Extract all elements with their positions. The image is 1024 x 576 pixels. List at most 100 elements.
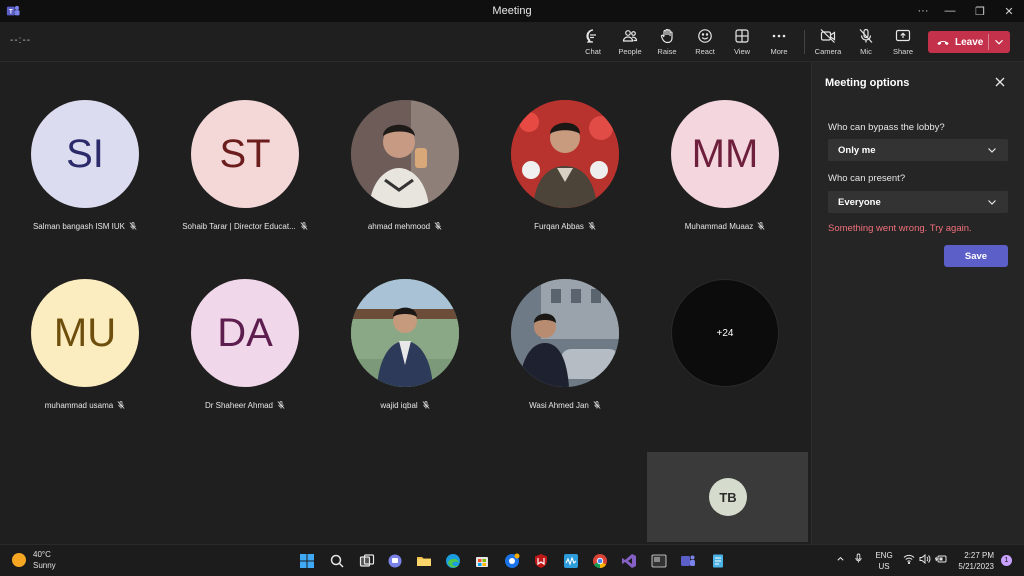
mic-muted-icon: [117, 401, 125, 409]
chevron-up-icon[interactable]: [836, 554, 845, 563]
participant-name-text: Wasi Ahmed Jan: [529, 401, 589, 410]
chevron-down-icon[interactable]: [992, 35, 1006, 49]
chrome-app-icon: [505, 553, 520, 568]
system-clock[interactable]: 2:27 PM 5/21/2023: [948, 550, 994, 572]
leave-button[interactable]: Leave: [928, 31, 1010, 53]
people-icon: [622, 30, 638, 42]
chat-app-button[interactable]: [385, 551, 405, 571]
raise-label: Raise: [657, 47, 677, 56]
chat-label: Chat: [585, 47, 601, 56]
participant-tile[interactable]: DA Dr Shaheer Ahmad: [175, 279, 315, 429]
notepad-button[interactable]: [708, 551, 728, 571]
avatar: DA: [191, 279, 299, 387]
mic-label: Mic: [860, 47, 872, 56]
terminal-app-icon: [651, 554, 667, 568]
teams-icon: [681, 555, 695, 566]
restore-button[interactable]: ❐: [965, 0, 995, 22]
leave-label: Leave: [955, 36, 984, 48]
participant-tile[interactable]: Furqan Abbas: [495, 100, 635, 250]
window-title: Meeting: [492, 5, 532, 17]
close-window-button[interactable]: ✕: [994, 0, 1024, 22]
save-button[interactable]: Save: [944, 245, 1008, 267]
app-button[interactable]: [649, 551, 669, 571]
view-label: View: [733, 47, 751, 56]
people-button[interactable]: People: [612, 26, 648, 58]
participant-tile[interactable]: wajid iqbal: [335, 279, 475, 429]
avatar-initials: ST: [219, 131, 271, 176]
participant-name-text: wajid iqbal: [380, 401, 418, 410]
more-dots-icon: [772, 34, 786, 38]
error-message: Something went wrong. Try again.: [828, 223, 972, 234]
microphone-tray-icon[interactable]: [854, 553, 863, 564]
input-language[interactable]: ENG US: [874, 550, 894, 572]
battery-icon[interactable]: [935, 554, 947, 564]
participant-tile[interactable]: ahmad mehmood: [335, 100, 475, 250]
windows-start-icon: [300, 554, 314, 568]
participant-tile[interactable]: ST Sohaib Tarar | Director Educat...: [175, 100, 315, 250]
minimize-button[interactable]: —: [935, 0, 965, 22]
bypass-lobby-label: Who can bypass the lobby?: [828, 122, 945, 133]
camera-button[interactable]: Camera: [810, 26, 846, 58]
mic-muted-icon: [588, 222, 596, 230]
file-explorer-button[interactable]: [414, 551, 434, 571]
app-button[interactable]: [502, 551, 522, 571]
meeting-options-panel: Meeting options Who can bypass the lobby…: [811, 62, 1024, 544]
who-can-present-select[interactable]: Everyone: [828, 191, 1008, 213]
shield-icon: [535, 554, 547, 568]
chrome-button[interactable]: [590, 551, 610, 571]
self-view[interactable]: TB: [647, 452, 808, 542]
participant-tile[interactable]: MM Muhammad Muaaz: [655, 100, 795, 250]
volume-icon[interactable]: [919, 554, 931, 564]
participant-name: Salman bangash ISM IUK: [5, 222, 165, 231]
participant-name: Wasi Ahmed Jan: [485, 401, 645, 410]
edge-browser-icon: [446, 554, 460, 568]
participant-name-text: muhammad usama: [44, 401, 114, 410]
chat-button[interactable]: Chat: [575, 26, 611, 58]
start-button[interactable]: [297, 551, 317, 571]
smiley-icon: [698, 29, 712, 43]
windows-taskbar: 40°C Sunny ENG US 2:27 PM 5/21/2023 1: [0, 544, 1024, 576]
participant-tile[interactable]: MU muhammad usama: [15, 279, 155, 429]
search-button[interactable]: [327, 551, 347, 571]
weather-text: 40°C Sunny: [33, 549, 56, 571]
notification-badge[interactable]: 1: [1001, 555, 1012, 566]
store-button[interactable]: [472, 551, 492, 571]
overflow-count: +24: [716, 327, 734, 339]
bypass-lobby-select[interactable]: Only me: [828, 139, 1008, 161]
more-button[interactable]: More: [761, 26, 797, 58]
avatar: MU: [31, 279, 139, 387]
overflow-participants-tile[interactable]: +24: [655, 279, 795, 429]
participant-name: Muhammad Muaaz: [645, 222, 805, 231]
participant-tile[interactable]: SI Salman bangash ISM IUK: [15, 100, 155, 250]
participant-name: ahmad mehmood: [325, 222, 485, 231]
camera-label: Camera: [814, 47, 842, 56]
participant-name: Dr Shaheer Ahmad: [165, 401, 325, 410]
app-button[interactable]: [561, 551, 581, 571]
edge-button[interactable]: [443, 551, 463, 571]
participant-name-text: Muhammad Muaaz: [684, 222, 754, 231]
mcafee-button[interactable]: [531, 551, 551, 571]
store-icon: [476, 557, 488, 567]
avatar-initials: SI: [66, 131, 104, 176]
weather-desc: Sunny: [33, 561, 56, 570]
participant-tile[interactable]: Wasi Ahmed Jan: [495, 279, 635, 429]
more-label: More: [770, 47, 788, 56]
task-view-button[interactable]: [357, 551, 377, 571]
share-button[interactable]: Share: [885, 26, 921, 58]
teams-button[interactable]: [678, 551, 698, 571]
close-icon[interactable]: [993, 75, 1007, 89]
avatar-initials: MM: [691, 131, 759, 176]
person-photo-icon: [351, 279, 459, 387]
raise-hand-button[interactable]: Raise: [649, 26, 685, 58]
chevron-down-icon: [988, 148, 996, 153]
react-button[interactable]: React: [687, 26, 723, 58]
wifi-icon[interactable]: [903, 554, 915, 564]
grid-view-icon: [735, 29, 749, 43]
mic-button[interactable]: Mic: [848, 26, 884, 58]
more-options-icon[interactable]: ···: [908, 0, 938, 22]
visual-studio-button[interactable]: [619, 551, 639, 571]
view-button[interactable]: View: [724, 26, 760, 58]
weather-widget[interactable]: 40°C Sunny: [12, 549, 56, 571]
visual-studio-icon: [622, 554, 636, 568]
react-label: React: [695, 47, 715, 56]
